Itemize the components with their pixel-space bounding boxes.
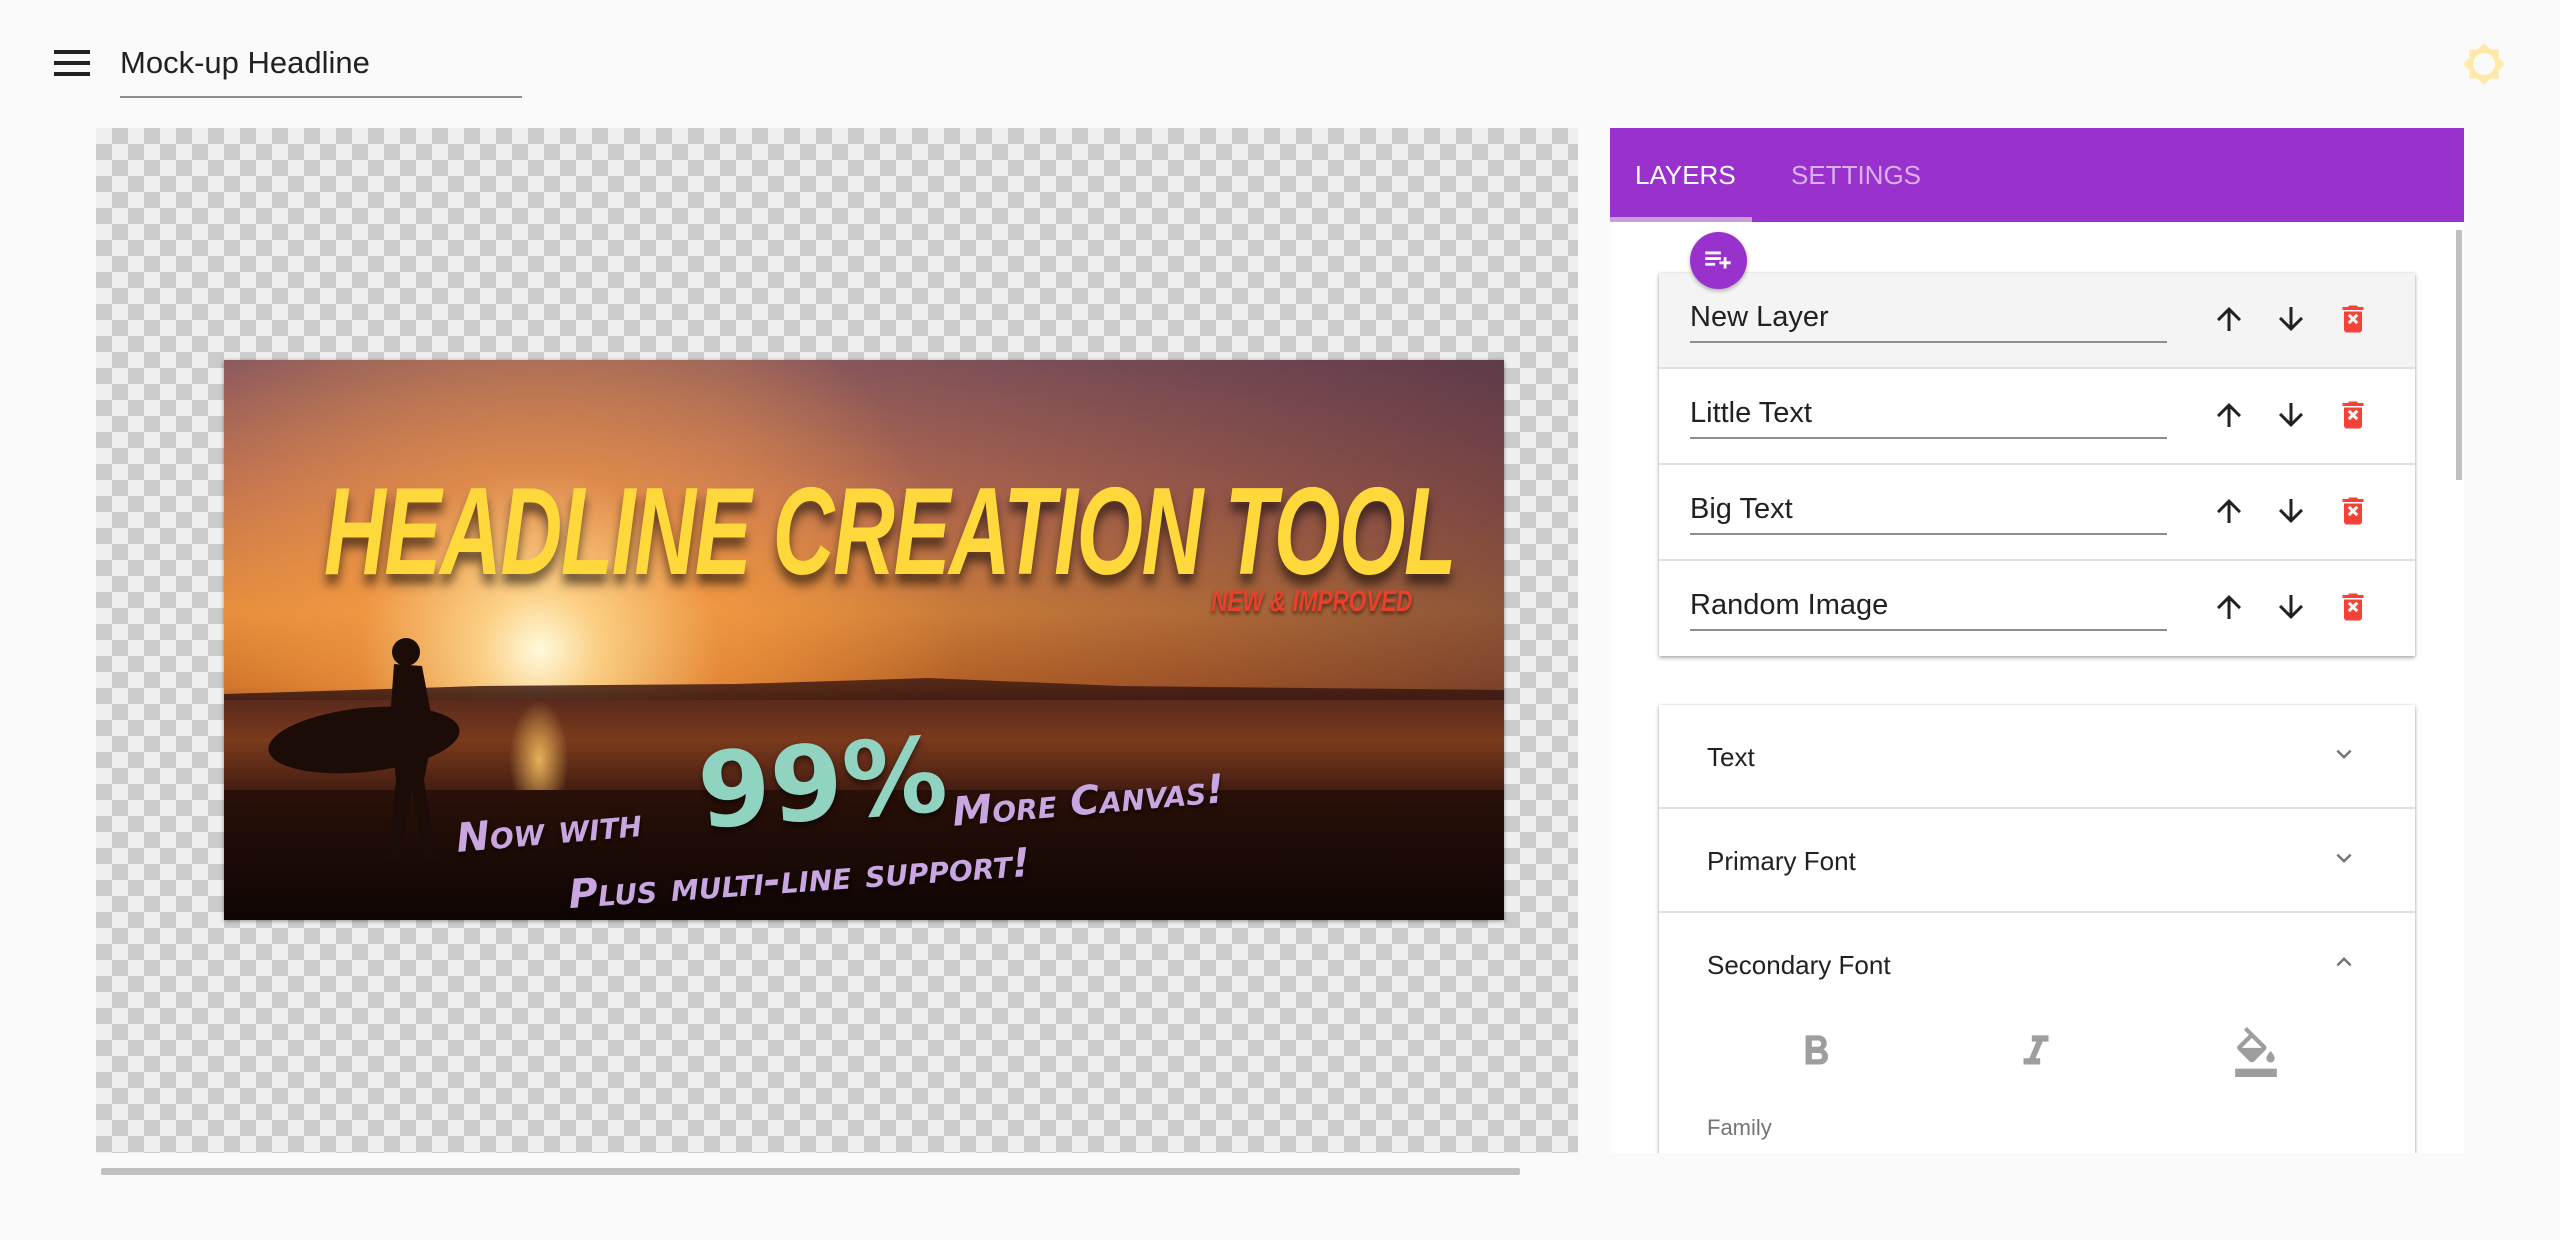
italic-icon[interactable] [2011,1027,2061,1077]
headline-title-input[interactable] [120,38,522,98]
chevron-down-icon[interactable] [2329,843,2359,873]
font-style-toolbar: Family [1659,1017,2415,1140]
delete-icon[interactable] [2335,397,2371,433]
section-label: Secondary Font [1707,950,1891,980]
side-panel: LAYERS SETTINGS New Layer Little Text Bi… [1610,128,2464,1153]
bold-icon[interactable] [1791,1027,1841,1077]
move-up-icon[interactable] [2211,397,2247,433]
layer-name-input[interactable] [1690,293,2167,343]
move-down-icon[interactable] [2273,493,2309,529]
horizontal-scrollbar[interactable] [101,1168,1520,1175]
tab-bar: LAYERS SETTINGS [1610,128,2464,222]
canvas-area[interactable]: HEADLINE CREATION TOOL NEW & IMPROVED No… [96,128,1578,1153]
delete-icon[interactable] [2335,589,2371,625]
chevron-down-icon[interactable] [2329,739,2359,769]
delete-icon[interactable] [2335,301,2371,337]
tab-settings[interactable]: SETTINGS [1766,128,1946,222]
headline-preview-image: HEADLINE CREATION TOOL NEW & IMPROVED No… [224,360,1504,920]
move-down-icon[interactable] [2273,301,2309,337]
vertical-scrollbar[interactable] [2456,230,2462,480]
canvas-percent-text: 99% [694,713,951,853]
add-layer-button[interactable] [1690,232,1747,289]
brightness-sun-icon[interactable] [2462,42,2506,86]
playlist-add-icon [1705,251,1731,269]
delete-icon[interactable] [2335,493,2371,529]
section-secondary-font-header[interactable]: Secondary Font [1659,913,2415,1017]
layer-row[interactable] [1659,369,2415,465]
layer-row[interactable] [1659,561,2415,657]
move-up-icon[interactable] [2211,301,2247,337]
canvas-subheadline-text: NEW & IMPROVED [1210,585,1412,618]
section-primary-font-header[interactable]: Primary Font [1659,809,2415,913]
section-text-header[interactable]: Text [1659,705,2415,809]
layer-name-input[interactable] [1690,581,2167,631]
fill-color-icon[interactable] [2231,1027,2281,1077]
chevron-up-icon[interactable] [2329,947,2359,977]
hamburger-menu-icon[interactable] [52,46,92,80]
section-label: Text [1707,742,1755,772]
move-down-icon[interactable] [2273,589,2309,625]
layers-list [1659,273,2415,656]
move-up-icon[interactable] [2211,493,2247,529]
layer-row[interactable] [1659,273,2415,369]
active-tab-indicator [1610,217,1752,222]
family-label: Family [1707,1115,1772,1140]
layer-name-input[interactable] [1690,485,2167,535]
move-up-icon[interactable] [2211,589,2247,625]
tab-layers[interactable]: LAYERS [1610,128,1761,222]
canvas-headline-text: HEADLINE CREATION TOOL [324,463,1456,601]
layer-name-input[interactable] [1690,389,2167,439]
properties-accordion: Text Primary Font Secondary Font Family [1659,705,2415,1153]
move-down-icon[interactable] [2273,397,2309,433]
layer-row[interactable] [1659,465,2415,561]
section-label: Primary Font [1707,846,1856,876]
